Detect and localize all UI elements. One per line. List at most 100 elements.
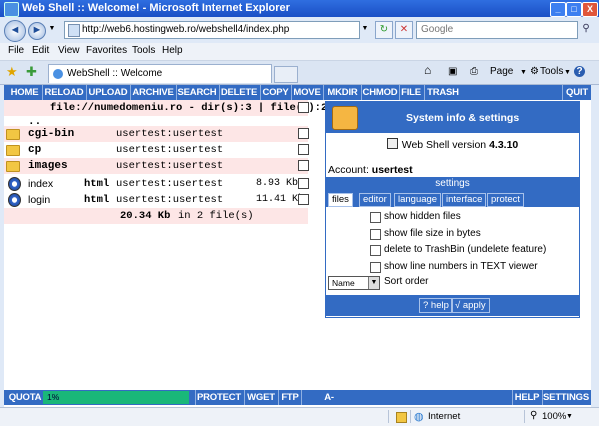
address-url[interactable]: http://web6.hostingweb.ro/webshell4/inde… — [82, 24, 289, 35]
trash-button[interactable]: TRASH — [425, 85, 461, 100]
file-owner: usertest:usertest — [116, 194, 224, 206]
html-file-icon — [8, 193, 21, 207]
address-bar[interactable]: http://web6.hostingweb.ro/webshell4/inde… — [64, 21, 360, 39]
globe-icon: ◍ — [414, 411, 424, 423]
upload-button[interactable]: UPLOAD — [87, 85, 129, 100]
table-row[interactable]: index html usertest:usertest 8.93 Kb — [4, 176, 309, 192]
feeds-icon[interactable]: ▣ — [448, 66, 457, 77]
maximize-button[interactable]: □ — [566, 2, 582, 17]
sort-order-select[interactable]: Name ▼ — [328, 276, 380, 290]
move-button[interactable]: MOVE — [292, 85, 322, 100]
option-checkbox[interactable] — [370, 229, 381, 240]
option-checkbox[interactable] — [370, 212, 381, 223]
address-row: ◄ ► ▼ http://web6.hostingweb.ro/webshell… — [0, 17, 599, 43]
table-row[interactable]: login html usertest:usertest 11.41 Kb — [4, 192, 309, 208]
account-label: Account: — [328, 164, 369, 176]
quota-progress-fill — [43, 391, 45, 404]
system-info-title: System info & settings — [406, 112, 520, 124]
file-name[interactable]: login — [28, 194, 50, 206]
file-name[interactable]: cp — [28, 144, 41, 156]
table-row[interactable]: images usertest:usertest — [4, 158, 309, 174]
settings-button[interactable]: SETTINGS — [543, 390, 589, 405]
tools-chevron-down-icon[interactable]: ▼ — [564, 69, 571, 76]
menu-view[interactable]: View — [58, 45, 80, 56]
zoom-icon[interactable]: ⚲ — [530, 410, 537, 421]
address-dropdown-icon[interactable]: ▼ — [360, 21, 370, 37]
tab-editor[interactable]: editor — [359, 193, 391, 207]
file-button[interactable]: FILE — [400, 85, 422, 100]
history-dropdown-icon[interactable]: ▼ — [47, 24, 57, 34]
reload-button[interactable]: RELOAD — [43, 85, 85, 100]
tools-menu[interactable]: Tools — [540, 66, 563, 77]
help-button[interactable]: ? help — [419, 298, 453, 313]
print-icon[interactable]: ⎙ — [470, 66, 478, 77]
zoom-level[interactable]: 100% — [542, 411, 566, 422]
menu-file[interactable]: File — [8, 45, 24, 56]
copy-button[interactable]: COPY — [261, 85, 290, 100]
option-checkbox[interactable] — [370, 245, 381, 256]
row-checkbox[interactable] — [298, 128, 309, 139]
home-icon[interactable]: ⌂ — [424, 63, 431, 77]
zoom-chevron-down-icon[interactable]: ▼ — [566, 413, 573, 420]
add-favorites-icon[interactable]: ✚ — [26, 64, 37, 80]
ftp-button[interactable]: FTP — [279, 390, 301, 405]
file-size: 8.93 Kb — [256, 178, 299, 189]
row-checkbox[interactable] — [298, 194, 309, 205]
forward-button[interactable]: ► — [28, 22, 46, 40]
chevron-down-icon[interactable]: ▼ — [368, 277, 379, 289]
quit-button[interactable]: QUIT — [564, 85, 590, 100]
minimize-button[interactable]: _ — [550, 2, 566, 17]
tab-language[interactable]: language — [394, 193, 442, 207]
row-checkbox[interactable] — [298, 144, 309, 155]
tab-files[interactable]: files — [328, 193, 353, 207]
file-name[interactable]: cgi-bin — [28, 128, 74, 140]
folder-icon — [6, 161, 20, 172]
stop-icon[interactable]: ✕ — [395, 21, 413, 39]
menu-help[interactable]: Help — [162, 45, 183, 56]
help-link-button[interactable]: HELP — [513, 390, 541, 405]
archive-button[interactable]: ARCHIVE — [131, 85, 175, 100]
table-row[interactable]: cgi-bin usertest:usertest — [4, 126, 309, 142]
back-button[interactable]: ◄ — [4, 20, 26, 42]
browser-tab[interactable]: WebShell :: Welcome — [48, 64, 272, 83]
select-all-checkbox[interactable] — [298, 102, 309, 113]
search-input[interactable] — [417, 22, 575, 36]
a-counter-button[interactable]: A-COUNTER — [302, 390, 356, 418]
delete-button[interactable]: DELETE — [220, 85, 258, 100]
new-tab-button[interactable] — [274, 66, 298, 83]
row-checkbox[interactable] — [298, 160, 309, 171]
menu-edit[interactable]: Edit — [32, 45, 49, 56]
table-row[interactable]: cp usertest:usertest — [4, 142, 309, 158]
search-button[interactable]: SEARCH — [177, 85, 217, 100]
search-field[interactable] — [416, 21, 578, 39]
tab-protect[interactable]: protect — [487, 193, 525, 207]
sort-value: Name — [332, 278, 355, 288]
home-button[interactable]: HOME — [8, 85, 41, 100]
tab-interface[interactable]: interface — [442, 193, 487, 207]
web-page: HOME RELOAD UPLOAD ARCHIVE SEARCH DELETE… — [4, 85, 591, 418]
refresh-icon[interactable]: ↻ — [375, 21, 393, 39]
page-menu[interactable]: Page — [490, 66, 513, 77]
close-button[interactable]: X — [582, 2, 598, 17]
gear-icon[interactable]: ⚙ — [530, 66, 539, 77]
menu-bar: File Edit View Favorites Tools Help — [0, 43, 599, 61]
option-checkbox[interactable] — [370, 262, 381, 273]
settings-actions: ? help √ apply — [326, 295, 579, 316]
favorites-star-icon[interactable]: ★ — [6, 64, 18, 80]
listing-header: file://numedomeniu.ro - dir(s):3 | file(… — [4, 100, 327, 116]
row-checkbox[interactable] — [298, 178, 309, 189]
protect-button[interactable]: PROTECT — [196, 390, 242, 405]
apply-button[interactable]: √ apply — [451, 298, 490, 313]
file-name[interactable]: index — [28, 178, 53, 190]
folder-icon — [6, 129, 20, 140]
help-icon[interactable]: ? — [574, 66, 585, 77]
search-icon[interactable]: ⚲ — [578, 21, 594, 37]
mkdir-button[interactable]: MKDIR — [326, 85, 359, 100]
quota-percent: 1% — [47, 392, 60, 402]
menu-favorites[interactable]: Favorites — [86, 45, 127, 56]
menu-tools[interactable]: Tools — [132, 45, 155, 56]
wget-button[interactable]: WGET — [245, 390, 277, 405]
chmod-button[interactable]: CHMOD — [362, 85, 398, 100]
page-chevron-down-icon[interactable]: ▼ — [520, 69, 527, 76]
file-name[interactable]: images — [28, 160, 68, 172]
